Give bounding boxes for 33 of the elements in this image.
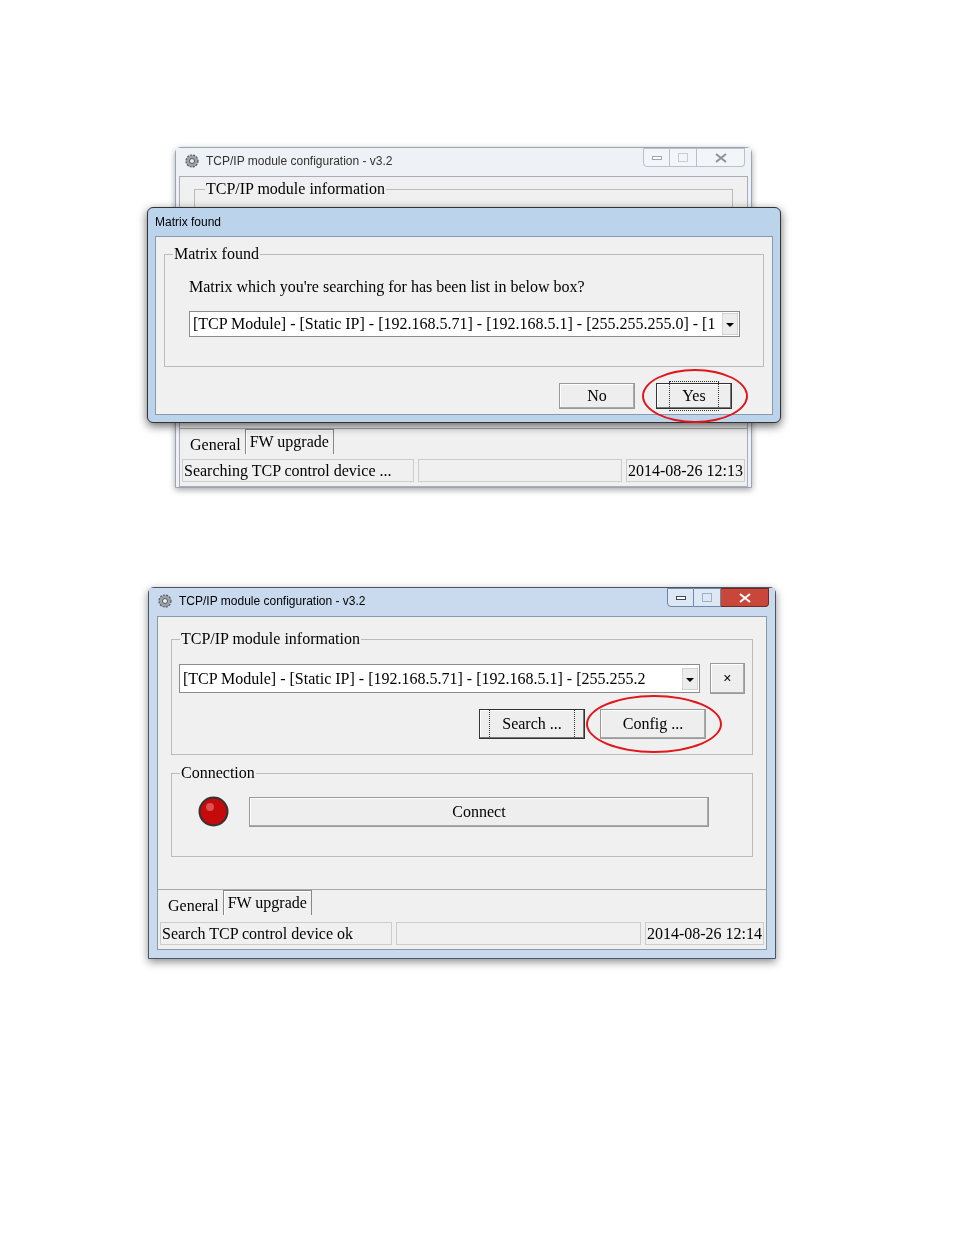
close-button[interactable] xyxy=(721,588,769,607)
clear-button[interactable]: × xyxy=(709,663,745,694)
status-time: 2014-08-26 12:13 xyxy=(625,459,745,482)
dialog-button[interactable]: Yes xyxy=(656,383,732,409)
dialog-button[interactable]: Search ... xyxy=(479,709,585,739)
connect-button[interactable]: Connect xyxy=(249,796,709,827)
dialog-title: Matrix found xyxy=(155,214,222,231)
dialog-button[interactable]: Config ... xyxy=(600,709,706,739)
dialog-button[interactable]: No xyxy=(559,383,635,409)
tab[interactable]: FW upgrade xyxy=(244,429,334,454)
tab[interactable]: General xyxy=(186,429,245,457)
close-icon xyxy=(738,592,751,603)
window-title: TCP/IP module configuration - v3.2 xyxy=(179,593,366,610)
maximize-icon xyxy=(678,153,688,162)
dropdown-arrow-icon xyxy=(722,313,738,335)
close-icon xyxy=(714,152,727,163)
minimize-icon xyxy=(651,155,662,160)
tab[interactable]: FW upgrade xyxy=(222,890,312,915)
status-message: Search TCP control device ok xyxy=(160,922,392,945)
gear-icon xyxy=(184,153,200,169)
minimize-button[interactable] xyxy=(667,588,694,607)
gear-icon xyxy=(157,593,173,609)
tab[interactable]: General xyxy=(164,890,223,918)
dropdown-field[interactable]: [TCP Module] - [Static IP] - [192.168.5.71] - [192.168.5.1] - [255.255.2 xyxy=(179,664,700,693)
minimize-icon xyxy=(675,595,686,600)
status-time: 2014-08-26 12:14 xyxy=(644,922,764,945)
maximize-icon xyxy=(702,593,712,602)
dropdown-arrow-icon xyxy=(681,667,698,690)
maximize-button[interactable] xyxy=(670,148,697,167)
status-message: Searching TCP control device ... xyxy=(182,459,414,482)
dialog-message: Matrix which you're searching for has been list in below box? xyxy=(189,277,586,298)
dropdown-field[interactable]: [TCP Module] - [Static IP] - [192.168.5.71] - [192.168.5.1] - [255.255.255.0] - [1 xyxy=(189,311,740,337)
window-title: TCP/IP module configuration - v3.2 xyxy=(206,153,393,170)
